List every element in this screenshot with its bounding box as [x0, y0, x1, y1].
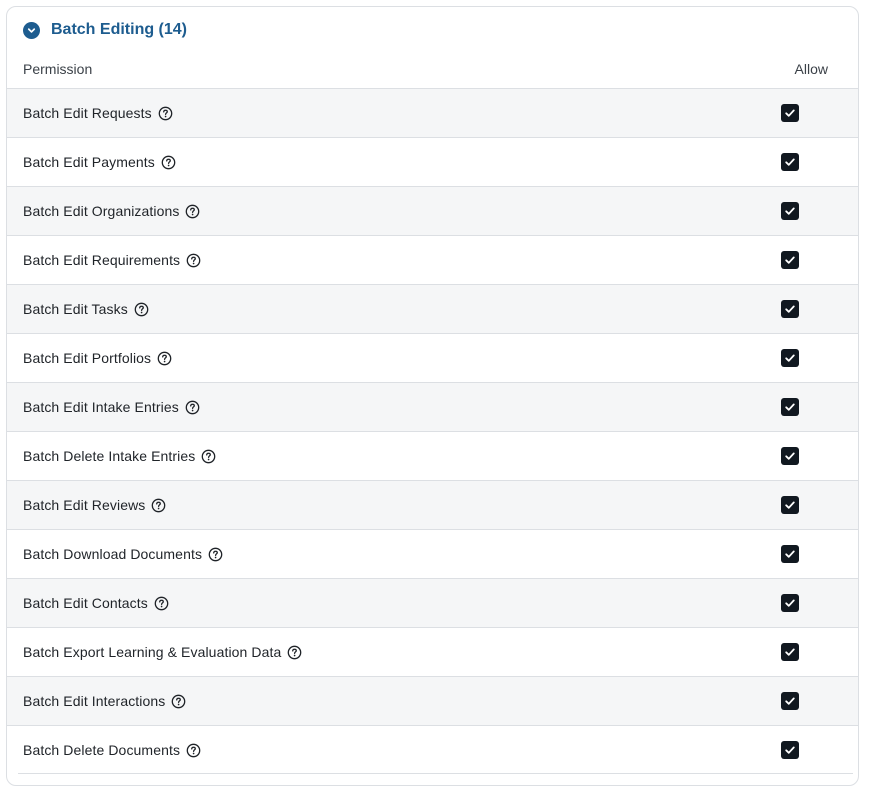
column-header-allow: Allow — [794, 61, 828, 77]
help-icon[interactable] — [161, 155, 176, 170]
table-row: Batch Edit Reviews — [7, 480, 858, 529]
allow-checkbox[interactable] — [781, 741, 799, 759]
permission-label: Batch Edit Organizations — [23, 203, 180, 219]
help-icon[interactable] — [158, 106, 173, 121]
table-row: Batch Edit Portfolios — [7, 333, 858, 382]
section-title: Batch Editing (14) — [51, 21, 188, 38]
checkmark-icon — [785, 648, 795, 656]
allow-checkbox[interactable] — [781, 251, 799, 269]
row-label-group: Batch Edit Intake Entries — [23, 399, 200, 415]
checkmark-icon — [785, 158, 795, 166]
allow-checkbox[interactable] — [781, 545, 799, 563]
row-label-group: Batch Edit Organizations — [23, 203, 200, 219]
allow-checkbox[interactable] — [781, 447, 799, 465]
help-icon[interactable] — [287, 645, 302, 660]
help-icon[interactable] — [186, 743, 201, 758]
help-icon[interactable] — [171, 694, 186, 709]
row-label-group: Batch Export Learning & Evaluation Data — [23, 644, 302, 660]
column-header-permission: Permission — [23, 61, 93, 77]
table-row: Batch Edit Payments — [7, 137, 858, 186]
table-row: Batch Delete Intake Entries — [7, 431, 858, 480]
help-icon[interactable] — [208, 547, 223, 562]
allow-checkbox[interactable] — [781, 153, 799, 171]
help-icon[interactable] — [185, 204, 200, 219]
permissions-table: Batch Edit Requests Batch Edit Payments Ba… — [7, 88, 858, 774]
allow-checkbox[interactable] — [781, 643, 799, 661]
table-row: Batch Edit Contacts — [7, 578, 858, 627]
divider — [18, 773, 853, 774]
permission-label: Batch Edit Intake Entries — [23, 399, 179, 415]
help-icon[interactable] — [151, 498, 166, 513]
permission-label: Batch Download Documents — [23, 546, 203, 562]
section-header[interactable]: Batch Editing (14) — [23, 21, 187, 39]
permission-label: Batch Export Learning & Evaluation Data — [23, 644, 282, 660]
row-label-group: Batch Delete Documents — [23, 742, 201, 758]
table-row: Batch Edit Organizations — [7, 186, 858, 235]
table-row: Batch Edit Interactions — [7, 676, 858, 725]
chevron-down-icon[interactable] — [23, 21, 40, 39]
help-icon[interactable] — [134, 302, 149, 317]
checkmark-icon — [785, 599, 795, 607]
help-icon[interactable] — [201, 449, 216, 464]
row-label-group: Batch Edit Contacts — [23, 595, 169, 611]
permission-label: Batch Edit Payments — [23, 154, 155, 170]
checkmark-icon — [785, 403, 795, 411]
permissions-panel: Batch Editing (14) Permission Allow Batc… — [6, 6, 859, 786]
row-label-group: Batch Edit Requests — [23, 105, 173, 121]
help-icon[interactable] — [154, 596, 169, 611]
allow-checkbox[interactable] — [781, 594, 799, 612]
allow-checkbox[interactable] — [781, 104, 799, 122]
row-label-group: Batch Edit Requirements — [23, 252, 201, 268]
allow-checkbox[interactable] — [781, 496, 799, 514]
row-label-group: Batch Download Documents — [23, 546, 223, 562]
permission-label: Batch Edit Interactions — [23, 693, 166, 709]
table-row: Batch Edit Requirements — [7, 235, 858, 284]
permission-label: Batch Edit Reviews — [23, 497, 146, 513]
row-label-group: Batch Delete Intake Entries — [23, 448, 216, 464]
checkmark-icon — [785, 746, 795, 754]
permission-label: Batch Edit Portfolios — [23, 350, 152, 366]
checkmark-icon — [785, 501, 795, 509]
allow-checkbox[interactable] — [781, 692, 799, 710]
permission-label: Batch Edit Requests — [23, 105, 152, 121]
checkmark-icon — [785, 256, 795, 264]
checkmark-icon — [785, 452, 795, 460]
row-label-group: Batch Edit Tasks — [23, 301, 149, 317]
permission-label: Batch Edit Requirements — [23, 252, 181, 268]
table-row: Batch Edit Intake Entries — [7, 382, 858, 431]
table-row: Batch Download Documents — [7, 529, 858, 578]
permission-label: Batch Delete Intake Entries — [23, 448, 196, 464]
checkmark-icon — [785, 697, 795, 705]
allow-checkbox[interactable] — [781, 202, 799, 220]
help-icon[interactable] — [185, 400, 200, 415]
row-label-group: Batch Edit Reviews — [23, 497, 166, 513]
help-icon[interactable] — [186, 253, 201, 268]
row-label-group: Batch Edit Interactions — [23, 693, 186, 709]
permission-label: Batch Edit Tasks — [23, 301, 128, 317]
help-icon[interactable] — [157, 351, 172, 366]
allow-checkbox[interactable] — [781, 300, 799, 318]
table-row: Batch Delete Documents — [7, 725, 858, 774]
checkmark-icon — [785, 550, 795, 558]
checkmark-icon — [785, 305, 795, 313]
permission-label: Batch Edit Contacts — [23, 595, 148, 611]
table-row: Batch Edit Tasks — [7, 284, 858, 333]
checkmark-icon — [785, 354, 795, 362]
row-label-group: Batch Edit Payments — [23, 154, 176, 170]
allow-checkbox[interactable] — [781, 349, 799, 367]
permission-label: Batch Delete Documents — [23, 742, 181, 758]
row-label-group: Batch Edit Portfolios — [23, 350, 172, 366]
table-row: Batch Edit Requests — [7, 88, 858, 137]
table-row: Batch Export Learning & Evaluation Data — [7, 627, 858, 676]
allow-checkbox[interactable] — [781, 398, 799, 416]
checkmark-icon — [785, 109, 795, 117]
checkmark-icon — [785, 207, 795, 215]
